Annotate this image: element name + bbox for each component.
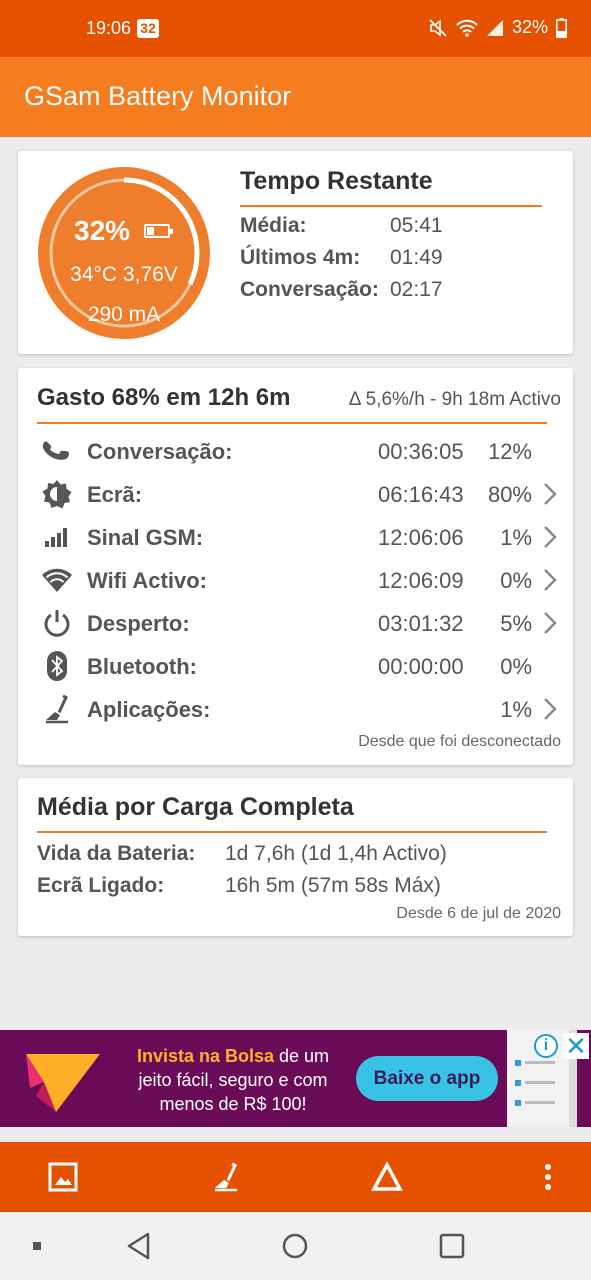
ad-close-icon[interactable]: ✕ [563,1033,589,1059]
ad-banner[interactable]: Invista na Bolsa de um jeito fácil, segu… [0,1030,591,1127]
row-value: 02:17 [390,278,443,301]
usage-row-bluetooth: Bluetooth: 00:00:00 0% [18,646,573,686]
usage-label: Desperto: [87,611,190,636]
current-draw: 290 mA [87,303,161,326]
ad-line2: jeito fácil, seguro e com [138,1070,328,1090]
usage-row-awake[interactable]: Desperto: 03:01:32 5% [18,603,573,643]
row-label: Conversação: [240,278,379,301]
power-icon [44,610,70,637]
ad-line1: de um [274,1046,330,1066]
mute-icon [429,18,447,37]
usage-title: Gasto 68% em 12h 6m [37,384,291,411]
ad-highlight: Invista na Bolsa [136,1046,275,1066]
full-charge-card: Média por Carga Completa Vida da Bateria… [18,778,573,936]
app-bar: GSam Battery Monitor [0,57,591,137]
usage-time: 03:01:32 [378,611,464,636]
bottom-toolbar [0,1142,591,1212]
signal-icon [486,19,503,36]
usage-time: 00:00:00 [378,654,464,679]
usage-time: 12:06:09 [378,568,464,593]
usage-percent: 0% [500,654,532,679]
battery-summary-card[interactable]: 32% 34°C 3,76V 290 mA Tempo Restante Méd… [18,151,573,354]
more-vertical-icon[interactable] [531,1160,565,1194]
battery-level-icon [144,224,173,238]
recents-dot-icon[interactable] [20,1228,56,1264]
wifi-icon [456,19,478,37]
row-label: Últimos 4m: [240,246,361,269]
usage-rate: Δ 5,6%/h - 9h 18m Activo [348,389,561,410]
apps-icon [46,694,68,724]
chevron-right-icon[interactable] [541,566,559,594]
divider [240,205,542,207]
delta-icon[interactable] [370,1160,404,1194]
app-title: GSam Battery Monitor [24,81,292,111]
notification-badge: 32 [137,19,159,38]
usage-percent: 1% [500,525,532,550]
row-label: Média: [240,214,307,237]
time-remaining-title: Tempo Restante [240,167,433,195]
temperature-voltage: 34°C 3,76V [70,263,178,286]
row-value: 05:41 [390,214,443,237]
ad-text: Invista na Bolsa de um jeito fácil, segu… [108,1044,358,1116]
row-value: 16h 5m (57m 58s Máx) [225,874,441,897]
home-icon[interactable] [277,1228,313,1264]
usage-time: 06:16:43 [378,482,464,507]
usage-card: Gasto 68% em 12h 6m Δ 5,6%/h - 9h 18m Ac… [18,368,573,765]
usage-label: Ecrã: [87,482,143,507]
usage-label: Bluetooth: [87,654,197,679]
battery-percent: 32% [74,215,131,246]
usage-percent: 80% [487,482,532,507]
usage-label: Aplicações: [87,697,211,722]
usage-percent: 0% [500,568,532,593]
status-time: 19:06 [86,18,132,38]
signal-bars-icon [45,528,67,547]
usage-time: 00:36:05 [378,439,464,464]
usage-label: Wifi Activo: [87,568,207,593]
overview-icon[interactable] [434,1228,470,1264]
usage-time: 12:06:06 [378,525,464,550]
bluetooth-icon [47,651,67,681]
row-value: 1d 7,6h (1d 1,4h Activo) [225,842,447,865]
usage-row-call: Conversação: 00:36:05 12% [18,431,573,471]
screen-brightness-icon [42,480,72,509]
ad-info-icon[interactable]: i [534,1034,558,1058]
phone-icon [42,441,69,460]
usage-percent: 5% [500,611,532,636]
chevron-right-icon[interactable] [541,523,559,551]
usage-row-screen[interactable]: Ecrã: 06:16:43 80% [18,474,573,514]
apps-icon[interactable] [208,1160,242,1194]
battery-gauge[interactable]: 32% 34°C 3,76V 290 mA [38,167,210,339]
back-icon[interactable] [121,1228,157,1264]
divider [37,422,547,424]
image-icon[interactable] [46,1160,80,1194]
chevron-right-icon[interactable] [541,480,559,508]
status-bar: 19:06 32 32% [0,0,591,57]
ad-download-button[interactable]: Baixe o app [356,1056,498,1101]
ad-line3: menos de R$ 100! [159,1094,307,1114]
row-label: Ecrã Ligado: [37,874,165,897]
usage-percent: 1% [500,697,532,722]
status-battery-percent: 32% [511,17,548,37]
divider [37,831,547,833]
row-label: Vida da Bateria: [37,842,196,865]
full-charge-footer: Desde 6 de jul de 2020 [396,905,561,922]
ad-logo [26,1054,100,1112]
status-icons: 32% [428,17,567,38]
usage-row-apps[interactable]: Aplicações: 1% [18,689,573,729]
full-charge-title: Média por Carga Completa [37,793,354,821]
row-value: 01:49 [390,246,443,269]
battery-icon [556,17,567,38]
usage-row-wifi[interactable]: Wifi Activo: 12:06:09 0% [18,560,573,600]
usage-label: Conversação: [87,439,233,464]
usage-row-gsm[interactable]: Sinal GSM: 12:06:06 1% [18,517,573,557]
system-nav-bar [0,1212,591,1280]
chevron-right-icon[interactable] [541,609,559,637]
chevron-right-icon[interactable] [541,695,559,723]
usage-label: Sinal GSM: [87,525,204,550]
usage-footer: Desde que foi desconectado [358,733,561,750]
usage-percent: 12% [487,439,532,464]
wifi-icon [42,568,72,592]
